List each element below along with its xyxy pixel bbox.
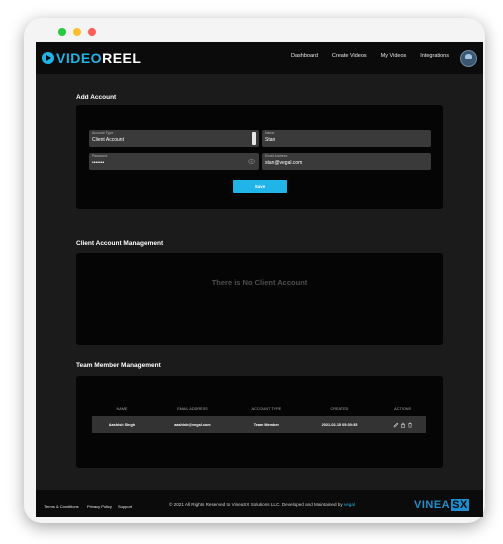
email-label: Email Address — [265, 154, 288, 158]
col-created: CREATED — [330, 407, 349, 411]
vineasx-logo[interactable]: VINEA SX — [414, 499, 469, 511]
row-actions — [379, 416, 426, 433]
table-header-row: NAME EMAIL ADDRESS ACCOUNT TYPE CREATED … — [92, 402, 426, 416]
row-account-type: Team Member — [232, 416, 300, 433]
developer-link[interactable]: vegal — [344, 502, 355, 507]
logo-text-reel: REEL — [102, 50, 142, 66]
logo-text-video: VIDEO — [56, 50, 103, 66]
account-type-label: Account Type — [92, 131, 114, 135]
account-type-value: Client Account — [92, 137, 124, 143]
footer: Terms & Conditions Privacy Policy Suppor… — [36, 490, 483, 517]
edit-icon[interactable] — [393, 422, 399, 428]
password-value: ••••••• — [92, 160, 105, 166]
footer-link-support[interactable]: Support — [118, 504, 132, 509]
videoreel-logo[interactable]: VIDEO REEL — [42, 50, 141, 66]
footer-link-terms[interactable]: Terms & Conditions — [44, 504, 79, 509]
lock-icon[interactable] — [400, 422, 406, 428]
nav-my-videos[interactable]: My Videos — [381, 53, 407, 59]
top-navbar: VIDEO REEL Dashboard Create Videos My Vi… — [36, 42, 483, 74]
client-management-title: Client Account Management — [76, 240, 164, 247]
row-name: Aashish Singh — [92, 416, 152, 433]
add-account-title: Add Account — [76, 94, 117, 101]
row-created: 2021-02-15 05:30:35 — [299, 416, 380, 433]
play-icon — [42, 52, 54, 64]
nav-links: Dashboard Create Videos My Videos Integr… — [291, 53, 449, 59]
col-account-type: ACCOUNT TYPE — [251, 407, 282, 411]
name-field[interactable]: Name Stan — [262, 130, 431, 147]
add-account-card: Account Type Client Account Name Stan Pa… — [76, 105, 443, 209]
empty-state-message: There is No Client Account — [211, 278, 308, 287]
col-name: NAME — [116, 407, 128, 411]
save-button[interactable]: Save — [233, 180, 287, 193]
window-dot-red — [88, 28, 96, 36]
trash-icon[interactable] — [407, 422, 413, 428]
col-actions: ACTIONS — [394, 407, 412, 411]
select-scrollbar[interactable] — [252, 132, 256, 145]
app-screen: VIDEO REEL Dashboard Create Videos My Vi… — [36, 42, 483, 517]
password-field[interactable]: Password ••••••• — [89, 153, 259, 170]
col-email: EMAIL ADDRESS — [177, 407, 208, 411]
email-field[interactable]: Email Address stan@vegal.com — [262, 153, 431, 170]
table-row: Aashish Singh aashish@vegal.com Team Mem… — [92, 416, 426, 433]
footer-link-privacy[interactable]: Privacy Policy — [87, 504, 112, 509]
row-email: aashish@vegal.com — [151, 416, 233, 433]
name-label: Name — [265, 131, 275, 135]
vineasx-logo-main: VINEA — [414, 499, 451, 511]
window-dot-green — [58, 28, 66, 36]
nav-create-videos[interactable]: Create Videos — [332, 53, 367, 59]
window-dot-yellow — [73, 28, 81, 36]
email-value: stan@vegal.com — [265, 160, 303, 166]
password-label: Password — [92, 154, 108, 158]
nav-integrations[interactable]: Integrations — [420, 53, 449, 59]
vineasx-logo-box: SX — [451, 499, 469, 511]
client-management-card: There is No Client Account — [76, 253, 443, 345]
user-avatar[interactable] — [460, 50, 477, 67]
copyright-statement: © 2021 All Rights Reserved to VineaSX So… — [169, 502, 343, 507]
account-type-select[interactable]: Account Type Client Account — [89, 130, 259, 147]
copyright-text: © 2021 All Rights Reserved to VineaSX So… — [169, 502, 355, 507]
team-management-title: Team Member Management — [76, 362, 161, 369]
nav-dashboard[interactable]: Dashboard — [291, 53, 318, 59]
eye-icon[interactable] — [248, 159, 255, 164]
name-value: Stan — [265, 137, 276, 143]
team-member-table: NAME EMAIL ADDRESS ACCOUNT TYPE CREATED … — [92, 402, 426, 433]
